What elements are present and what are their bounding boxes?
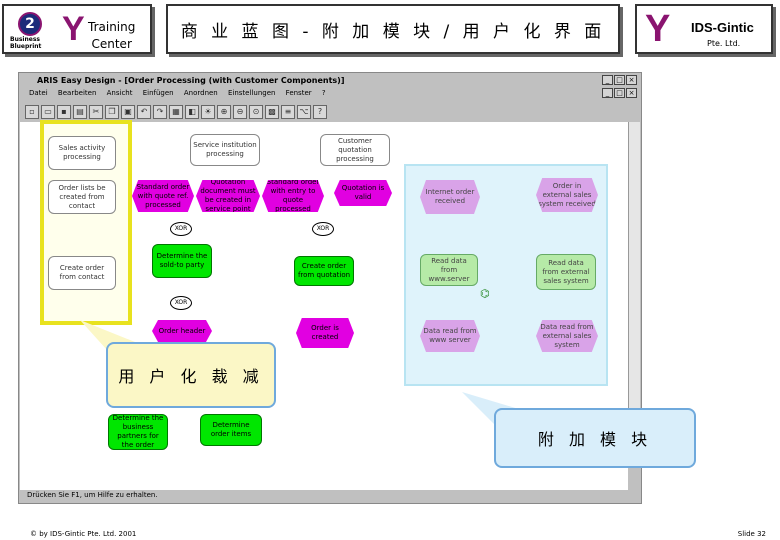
ids-sub: Pte. Ltd. — [707, 39, 741, 48]
node-create-order-contact[interactable]: Create order from contact — [48, 256, 116, 290]
node-quotation-document[interactable]: Quotation document must be created in se… — [196, 180, 260, 212]
doc-close-button[interactable]: × — [626, 88, 637, 98]
save-icon[interactable]: ▪ — [57, 104, 71, 119]
xor-connector-1[interactable]: XOR — [170, 222, 192, 236]
menu-bearbeiten[interactable]: Bearbeiten — [58, 89, 96, 97]
menu-fenster[interactable]: Fenster — [286, 89, 312, 97]
node-standard-order-quote[interactable]: Standard order with quote ref. processed — [132, 180, 194, 212]
open-icon[interactable]: ▭ — [41, 104, 55, 119]
business-blueprint-logo: 2 Business Blueprint — [10, 12, 50, 50]
node-internet-order[interactable]: Internet order received — [420, 180, 480, 214]
node-determine-sold-to[interactable]: Determine the sold-to party — [152, 244, 212, 278]
addon-callout: 附 加 模 块 — [494, 408, 696, 468]
node-data-read-www[interactable]: Data read from www server — [420, 320, 480, 352]
node-determine-items[interactable]: Determine order items — [200, 414, 262, 446]
undo-icon[interactable]: ↶ — [137, 104, 151, 119]
network-icon: ⌬ — [480, 287, 490, 300]
slide-number: Slide 32 — [737, 530, 766, 538]
ids-gintic-header: Y IDS-Gintic Pte. Ltd. — [635, 4, 773, 54]
ids-logo-icon: Y — [645, 8, 671, 50]
node-read-external[interactable]: Read data from external sales system — [536, 254, 596, 290]
menu-bar: Datei Bearbeiten Ansicht Einfügen Anordn… — [21, 88, 639, 99]
node-customer-quotation[interactable]: Customer quotation processing — [320, 134, 390, 166]
print-icon[interactable]: ▤ — [73, 104, 87, 119]
doc-window-controls: _ □ × — [602, 88, 637, 98]
redo-icon[interactable]: ↷ — [153, 104, 167, 119]
help-icon[interactable]: ? — [313, 104, 327, 119]
node-standard-order-entry[interactable]: Standard order with entry to quote proce… — [262, 180, 324, 212]
training-center-label: Training Center — [88, 20, 136, 51]
slide-title-box: 商 业 蓝 图 - 附 加 模 块 / 用 户 化 界 面 — [166, 4, 620, 54]
window-controls: _ □ × — [602, 75, 637, 85]
slide-title: 商 业 蓝 图 - 附 加 模 块 / 用 户 化 界 面 — [180, 21, 606, 42]
node-data-read-external[interactable]: Data read from external sales system — [536, 320, 598, 352]
tree-icon[interactable]: ⌥ — [297, 104, 311, 119]
menu-einstellungen[interactable]: Einstellungen — [228, 89, 275, 97]
zoom-fit-icon[interactable]: ⊙ — [249, 104, 263, 119]
node-order-header[interactable]: Order header — [152, 320, 212, 342]
node-quotation-valid[interactable]: Quotation is valid — [334, 180, 392, 206]
copy-icon[interactable]: ❐ — [105, 104, 119, 119]
window-title: ARIS Easy Design - [Order Processing (wi… — [21, 75, 639, 87]
menu-ansicht[interactable]: Ansicht — [107, 89, 133, 97]
xor-connector-3[interactable]: XOR — [170, 296, 192, 310]
ids-name: IDS-Gintic — [691, 20, 754, 35]
customization-callout: 用 户 化 裁 减 — [106, 342, 276, 408]
menu-help[interactable]: ? — [322, 89, 326, 97]
xor-connector-2[interactable]: XOR — [312, 222, 334, 236]
minimize-button[interactable]: _ — [602, 75, 613, 85]
node-determine-partners[interactable]: Determine the business partners for the … — [108, 414, 168, 450]
node-sales-activity[interactable]: Sales activity processing — [48, 136, 116, 170]
vertical-scrollbar[interactable] — [628, 122, 640, 452]
zoom-out-icon[interactable]: ⊖ — [233, 104, 247, 119]
menu-datei[interactable]: Datei — [29, 89, 48, 97]
node-order-lists[interactable]: Order lists be created from contact — [48, 180, 116, 214]
properties-icon[interactable]: ◧ — [185, 104, 199, 119]
new-icon[interactable]: ▫ — [25, 104, 39, 119]
menu-einfuegen[interactable]: Einfügen — [143, 89, 174, 97]
status-bar: Drücken Sie F1, um Hilfe zu erhalten. — [27, 491, 158, 499]
align-icon[interactable]: ≡ — [281, 104, 295, 119]
cut-icon[interactable]: ✂ — [89, 104, 103, 119]
doc-minimize-button[interactable]: _ — [602, 88, 613, 98]
maximize-button[interactable]: □ — [614, 75, 625, 85]
node-external-order[interactable]: Order in external sales system received — [536, 178, 598, 212]
layout-icon[interactable]: ▦ — [169, 104, 183, 119]
paste-icon[interactable]: ▣ — [121, 104, 135, 119]
node-read-www[interactable]: Read data from www.server — [420, 254, 478, 286]
bulb-icon[interactable]: ☀ — [201, 104, 215, 119]
node-service-institution[interactable]: Service institution processing — [190, 134, 260, 166]
grid-icon[interactable]: ▩ — [265, 104, 279, 119]
menu-anordnen[interactable]: Anordnen — [184, 89, 218, 97]
node-create-order-quotation[interactable]: Create order from quotation — [294, 256, 354, 286]
zoom-in-icon[interactable]: ⊕ — [217, 104, 231, 119]
close-button[interactable]: × — [626, 75, 637, 85]
y-logo-icon: Y — [62, 10, 85, 48]
doc-maximize-button[interactable]: □ — [614, 88, 625, 98]
training-center-header: 2 Business Blueprint Y Training Center — [2, 4, 152, 54]
node-order-created[interactable]: Order is created — [296, 318, 354, 348]
copyright: © by IDS-Gintic Pte. Ltd. 2001 — [30, 530, 137, 538]
